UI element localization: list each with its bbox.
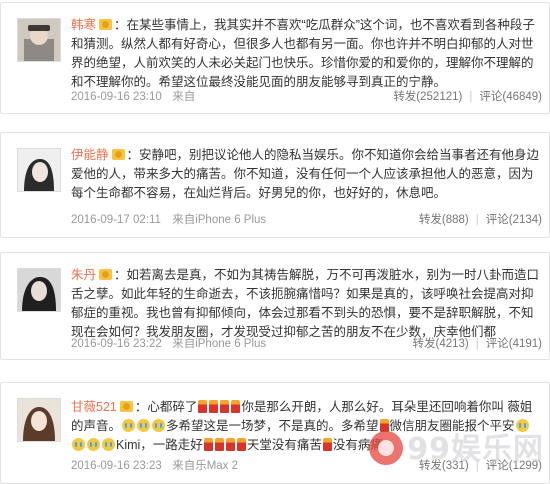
comment-meta: 2016-09-16 23:22 来自iPhone 6 Plus 转发(4213… <box>71 336 542 352</box>
username-link[interactable]: 甘薇521 <box>71 400 117 414</box>
repost-button[interactable]: 转发(4213) <box>413 338 469 350</box>
comment-body: 朱丹 ：如若离去是真，不如为其祷告解脱，万不可再泼脏水，别为一时八卦而造口舌之孽。… <box>71 268 540 339</box>
action-bar: 转发(252121) | 评论(46849) <box>393 91 542 103</box>
crying-emoji-icon <box>87 438 100 451</box>
repost-button[interactable]: 转发(252121) <box>393 91 462 103</box>
avatar-image <box>18 19 60 61</box>
candle-icon <box>225 438 235 451</box>
avatar-image <box>18 269 60 311</box>
comment-card: 朱丹 ：如若离去是真，不如为其祷告解脱，万不可再泼脏水，别为一时八卦而造口舌之孽。… <box>0 252 550 360</box>
comment-text: 安静吧，别把议论他人的隐私当娱乐。你不知道你会给当事者还有他身边爱他的人，带来多… <box>71 148 540 200</box>
comment-button[interactable]: 评论(2134) <box>486 214 542 226</box>
verified-badge-icon <box>111 149 125 160</box>
crying-emoji-icon <box>137 419 151 432</box>
avatar-image <box>18 399 60 441</box>
username-link[interactable]: 伊能静 <box>71 148 109 162</box>
comment-text: 如若离去是真，不如为其祷告解脱，万不可再泼脏水，别为一时八卦而造口舌之孽。如此年… <box>71 268 540 339</box>
candle-icon <box>236 438 246 451</box>
crying-emoji-icon <box>122 419 136 432</box>
comment-card: 伊能静 ：安静吧，别把议论他人的隐私当娱乐。你不知道你会给当事者还有他身边爱他的人… <box>0 132 550 238</box>
source-text: 来自iPhone 6 Plus <box>172 338 267 350</box>
repost-button[interactable]: 转发(888) <box>419 214 469 226</box>
source-text: 来自iPhone 6 Plus <box>172 214 267 226</box>
crying-emoji-icon <box>72 438 85 451</box>
avatar[interactable] <box>17 398 61 442</box>
timestamp[interactable]: 2016-09-16 23:23 <box>71 458 169 474</box>
comment-card: 甘薇521 ：心都碎了 你是那么开朗，人那么好。耳朵里还回响着你叫 薇姐 的声音。多… <box>0 382 550 484</box>
candle-icon <box>220 400 230 413</box>
candle-icon <box>209 400 219 413</box>
comment-text: 在某些事情上，我其实并不喜欢“吃瓜群众”这个词，也不喜欢看到各种段子和猜测。纵然… <box>71 18 535 89</box>
timestamp[interactable]: 2016-09-16 23:22 <box>71 336 169 352</box>
avatar[interactable] <box>17 18 61 62</box>
comment-button[interactable]: 评论(4191) <box>486 338 542 350</box>
timestamp[interactable]: 2016-09-16 23:10 <box>71 89 169 105</box>
comment-button[interactable]: 评论(46849) <box>479 91 542 103</box>
watermark-logo-icon <box>369 431 404 465</box>
candle-icon <box>214 438 224 451</box>
candle-icon <box>198 400 208 413</box>
comment-meta: 2016-09-16 23:10 来自 转发(252121) | 评论(46849) <box>71 89 542 105</box>
timestamp[interactable]: 2016-09-17 02:11 <box>71 212 169 228</box>
candle-icon <box>231 400 241 413</box>
avatar[interactable] <box>17 268 61 312</box>
username-link[interactable]: 韩寒 <box>71 18 96 32</box>
comment-body: 伊能静 ：安静吧，别把议论他人的隐私当娱乐。你不知道你会给当事者还有他身边爱他的人… <box>71 148 540 200</box>
source-text: 来自乐Max 2 <box>172 460 239 472</box>
site-watermark: 99娱乐网 <box>369 424 544 468</box>
verified-badge-icon <box>99 19 113 30</box>
username-link[interactable]: 朱丹 <box>71 268 96 282</box>
candle-icon <box>203 438 213 451</box>
crying-emoji-icon <box>152 419 166 432</box>
comment-meta: 2016-09-17 02:11 来自iPhone 6 Plus 转发(888)… <box>71 212 542 228</box>
action-bar: 转发(888) | 评论(2134) <box>418 214 542 226</box>
verified-badge-icon <box>99 269 113 280</box>
comment-card: 韩寒 ：在某些事情上，我其实并不喜欢“吃瓜群众”这个词，也不喜欢看到各种段子和猜测… <box>0 2 550 114</box>
candle-icon <box>322 438 332 451</box>
comment-body: 韩寒 ：在某些事情上，我其实并不喜欢“吃瓜群众”这个词，也不喜欢看到各种段子和猜测… <box>71 18 535 89</box>
crying-emoji-icon <box>102 438 115 451</box>
verified-badge-icon <box>119 401 133 412</box>
avatar[interactable] <box>17 148 61 192</box>
source-text: 来自 <box>172 91 196 103</box>
action-bar: 转发(4213) | 评论(4191) <box>412 338 543 350</box>
avatar-image <box>18 149 60 191</box>
